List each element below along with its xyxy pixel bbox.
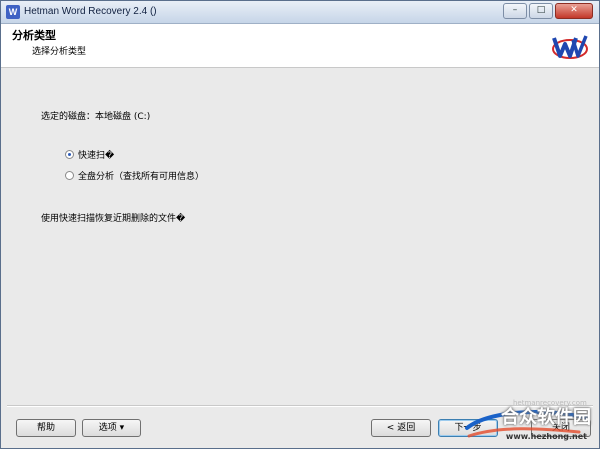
options-dropdown-button[interactable]: 选项 ▾ xyxy=(82,419,141,437)
app-window: W Hetman Word Recovery 2.4 () – □ ✕ 分析类型… xyxy=(0,0,600,449)
quick-scan-label[interactable]: 快速扫� xyxy=(78,148,114,161)
watermark-brand: 合众软件园 xyxy=(501,407,591,428)
full-analysis-option[interactable]: 全盘分析（查找所有可用信息） xyxy=(65,169,204,182)
maximize-button[interactable]: □ xyxy=(529,3,553,19)
title-bar[interactable]: W Hetman Word Recovery 2.4 () – □ ✕ xyxy=(1,1,599,24)
help-button[interactable]: 帮助 xyxy=(16,419,76,437)
watermark-url: www.hezhong.net xyxy=(505,432,587,441)
wizard-content: 选定的磁盘：本地磁盘 (C:) 快速扫� 全盘分析（查找所有可用信息） 使用快速… xyxy=(1,68,599,401)
full-analysis-label[interactable]: 全盘分析（查找所有可用信息） xyxy=(78,169,204,182)
quick-scan-option[interactable]: 快速扫� xyxy=(65,148,114,161)
app-icon: W xyxy=(6,5,20,19)
hetman-logo-icon xyxy=(552,35,588,59)
wizard-header: 分析类型 选择分析类型 xyxy=(1,24,599,68)
minimize-button[interactable]: – xyxy=(503,3,527,19)
full-analysis-radio[interactable] xyxy=(65,171,74,180)
page-subtitle: 选择分析类型 xyxy=(32,47,87,57)
option-description: 使用快速扫描恢复近期删除的文件� xyxy=(41,214,186,224)
window-title: Hetman Word Recovery 2.4 () xyxy=(24,6,157,17)
window-controls: – □ ✕ xyxy=(503,3,593,19)
back-button[interactable]: < 返回 xyxy=(371,419,431,437)
close-window-button[interactable]: ✕ xyxy=(555,3,593,19)
quick-scan-radio[interactable] xyxy=(65,150,74,159)
selected-disk-label: 选定的磁盘：本地磁盘 (C:) xyxy=(41,112,151,122)
page-title: 分析类型 xyxy=(12,29,56,42)
